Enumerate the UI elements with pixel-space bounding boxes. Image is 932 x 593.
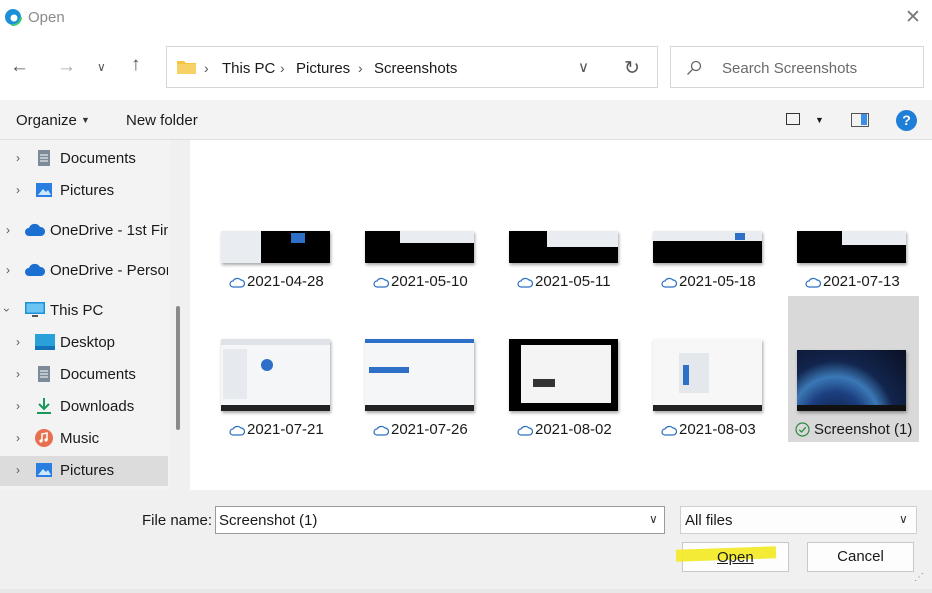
sidebar-item-documents[interactable]: Documents [60, 150, 136, 167]
cloud-status-icon [229, 277, 245, 288]
computer-icon [25, 302, 45, 317]
breadcrumb-this-pc[interactable]: This PC [222, 60, 275, 77]
cloud-status-icon [229, 425, 245, 436]
sidebar-item-music[interactable]: Music [60, 430, 99, 447]
folder-icon [177, 61, 196, 74]
address-dropdown-icon[interactable]: ∨ [578, 58, 589, 76]
music-icon [35, 429, 53, 447]
file-name[interactable]: 2021-08-02 [535, 421, 612, 438]
view-dropdown-icon[interactable]: ▼ [815, 115, 824, 125]
cloud-status-icon [661, 425, 677, 436]
up-arrow-icon[interactable]: ↑ [131, 54, 141, 76]
expand-chevron-icon[interactable]: › [16, 367, 20, 381]
file-name[interactable]: 2021-07-26 [391, 421, 468, 438]
file-thumbnail-selected[interactable] [797, 350, 906, 411]
forward-arrow-icon[interactable]: → [57, 56, 76, 78]
sidebar-item-documents[interactable]: Documents [60, 366, 136, 383]
pictures-icon [36, 183, 52, 197]
file-thumbnail[interactable] [221, 339, 330, 411]
sidebar-item-desktop[interactable]: Desktop [60, 334, 115, 351]
file-thumbnail[interactable] [365, 339, 474, 411]
breadcrumb-separator: › [358, 60, 363, 76]
file-name[interactable]: 2021-07-13 [823, 273, 900, 290]
cloud-status-icon [373, 277, 389, 288]
file-thumbnail[interactable] [365, 231, 474, 263]
file-name-value[interactable]: Screenshot (1) [219, 512, 317, 529]
downloads-icon [37, 398, 51, 414]
available-locally-icon [795, 422, 810, 437]
file-name[interactable]: 2021-07-21 [247, 421, 324, 438]
cloud-icon [25, 223, 46, 236]
help-icon[interactable]: ? [896, 110, 917, 131]
sidebar-item-onedrive-personal[interactable]: OneDrive - Person [50, 262, 168, 279]
cloud-status-icon [661, 277, 677, 288]
cloud-status-icon [805, 277, 821, 288]
search-icon [687, 60, 702, 75]
collapse-chevron-icon[interactable]: › [0, 308, 14, 312]
cloud-status-icon [373, 425, 389, 436]
file-name[interactable]: Screenshot (1) [814, 421, 912, 438]
file-type-value[interactable]: All files [685, 512, 733, 529]
cloud-icon [25, 263, 46, 276]
file-name[interactable]: 2021-05-18 [679, 273, 756, 290]
organize-button[interactable]: Organize [16, 112, 77, 129]
file-thumbnail[interactable] [221, 231, 330, 263]
file-thumbnail[interactable] [653, 339, 762, 411]
chevron-down-icon[interactable]: ∨ [97, 60, 106, 74]
breadcrumb-separator: › [204, 60, 209, 76]
refresh-icon[interactable]: ↻ [624, 57, 640, 80]
sidebar-item-onedrive-business[interactable]: OneDrive - 1st Fin [50, 222, 168, 239]
pictures-icon [36, 463, 52, 477]
file-thumbnail[interactable] [653, 231, 762, 263]
new-folder-button[interactable]: New folder [126, 112, 198, 129]
cancel-button[interactable]: Cancel [807, 542, 914, 572]
expand-chevron-icon[interactable]: › [6, 223, 10, 237]
file-name[interactable]: 2021-08-03 [679, 421, 756, 438]
documents-icon [38, 366, 50, 382]
expand-chevron-icon[interactable]: › [16, 335, 20, 349]
preview-pane-fill [861, 114, 867, 125]
file-name[interactable]: 2021-04-28 [247, 273, 324, 290]
breadcrumb-screenshots[interactable]: Screenshots [374, 60, 457, 77]
edge-icon [4, 8, 22, 26]
expand-chevron-icon[interactable]: › [16, 431, 20, 445]
expand-chevron-icon[interactable]: › [16, 399, 20, 413]
window-title: Open [28, 9, 65, 26]
file-thumbnail[interactable] [797, 231, 906, 263]
desktop-icon [35, 334, 55, 350]
search-placeholder: Search Screenshots [722, 60, 858, 77]
sidebar-item-downloads[interactable]: Downloads [60, 398, 134, 415]
close-icon[interactable]: ✕ [905, 6, 921, 29]
view-mode-icon[interactable] [786, 113, 800, 125]
sidebar-item-pictures[interactable]: Pictures [60, 462, 114, 479]
expand-chevron-icon[interactable]: › [16, 183, 20, 197]
expand-chevron-icon[interactable]: › [16, 151, 20, 165]
open-button-label[interactable]: Open [717, 549, 754, 566]
organize-dropdown-icon: ▼ [81, 115, 90, 125]
file-thumbnail[interactable] [509, 231, 618, 263]
resize-grip-icon[interactable]: ⋰ [914, 572, 924, 583]
file-name-label: File name: [142, 512, 213, 529]
documents-icon [38, 150, 50, 166]
cloud-status-icon [517, 277, 533, 288]
sidebar-item-pictures[interactable]: Pictures [60, 182, 114, 199]
file-name[interactable]: 2021-05-10 [391, 273, 468, 290]
cloud-status-icon [517, 425, 533, 436]
breadcrumb-separator: › [280, 60, 285, 76]
file-thumbnail[interactable] [509, 339, 618, 411]
back-arrow-icon[interactable]: ← [10, 56, 29, 78]
chevron-down-icon[interactable]: ∨ [649, 512, 658, 526]
expand-chevron-icon[interactable]: › [16, 463, 20, 477]
title-bar [0, 0, 932, 36]
file-name[interactable]: 2021-05-11 [535, 273, 611, 290]
breadcrumb-pictures[interactable]: Pictures [296, 60, 350, 77]
window-bottom-edge [0, 589, 932, 593]
expand-chevron-icon[interactable]: › [6, 263, 10, 277]
sidebar-scrollbar[interactable] [176, 306, 180, 430]
chevron-down-icon[interactable]: ∨ [899, 512, 908, 526]
sidebar-item-this-pc[interactable]: This PC [50, 302, 103, 319]
